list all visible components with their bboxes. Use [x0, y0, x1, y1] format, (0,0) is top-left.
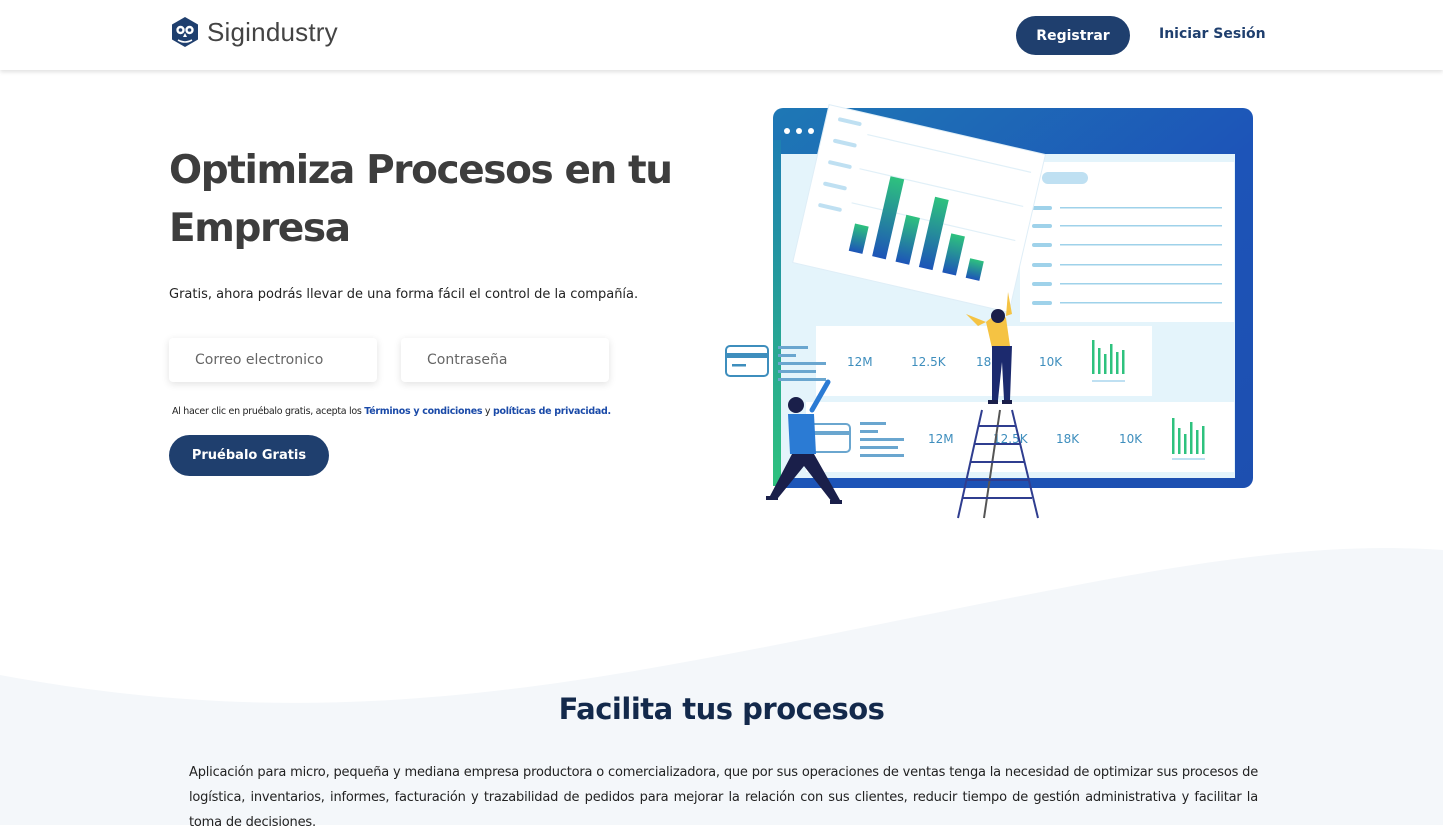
- hero-title: Optimiza Procesos en tu Empresa: [169, 148, 673, 251]
- legal-and: y: [482, 406, 493, 417]
- legal-prefix: Al hacer clic en pruébalo gratis, acepta…: [172, 406, 365, 417]
- stat-value: 12M: [928, 432, 954, 446]
- list-card: [1020, 162, 1234, 322]
- card-icon: [809, 423, 851, 453]
- stat-value: 18K: [1056, 432, 1080, 446]
- top-navbar: Sigindustry Registrar Iniciar Sesión: [0, 0, 1443, 70]
- brand-name: Sigindustry: [207, 16, 338, 47]
- privacy-link[interactable]: políticas de privacidad.: [493, 406, 611, 417]
- password-field[interactable]: [401, 338, 609, 382]
- stat-value: 12M: [847, 355, 873, 369]
- window-dots-icon: [784, 128, 814, 134]
- free-trial-button[interactable]: Pruébalo Gratis: [169, 435, 329, 476]
- login-link[interactable]: Iniciar Sesión: [1159, 26, 1266, 42]
- card-icon: [725, 345, 769, 377]
- terms-link[interactable]: Términos y condiciones: [364, 406, 482, 417]
- stat-value: 10K: [1119, 432, 1143, 446]
- features-title: Facilita tus procesos: [558, 692, 885, 726]
- stat-value: 10K: [1039, 355, 1063, 369]
- stat-value: 12.5K: [911, 355, 947, 369]
- brand-link[interactable]: Sigindustry: [169, 16, 338, 48]
- dashboard-illustration: 12M 12.5K 18K 10K 12M 12.5K 18K 10K: [725, 104, 1253, 519]
- owl-logo-icon: [172, 17, 198, 47]
- register-button[interactable]: Registrar: [1016, 16, 1130, 55]
- legal-notice: Al hacer clic en pruébalo gratis, acepta…: [172, 406, 611, 417]
- hero-subtitle: Gratis, ahora podrás llevar de una forma…: [169, 287, 639, 302]
- email-field[interactable]: [169, 338, 377, 382]
- features-description: Aplicación para micro, pequeña y mediana…: [189, 765, 1258, 830]
